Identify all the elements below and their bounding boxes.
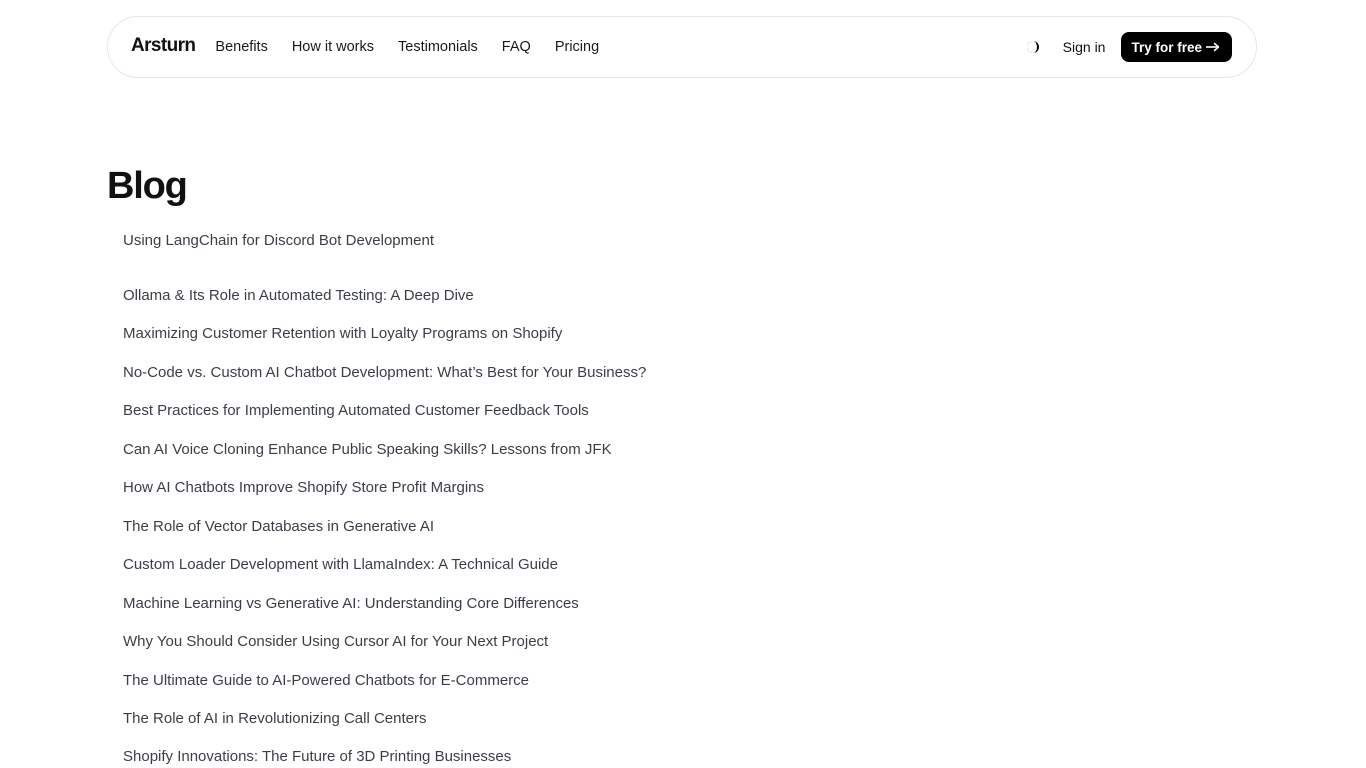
- blog-post-link[interactable]: Maximizing Customer Retention with Loyal…: [123, 324, 562, 344]
- try-for-free-label: Try for free: [1131, 39, 1202, 55]
- nav-links: Benefits How it works Testimonials FAQ P…: [215, 39, 599, 55]
- blog-post-link[interactable]: Can AI Voice Cloning Enhance Public Spea…: [123, 440, 612, 460]
- blog-post-link[interactable]: The Role of AI in Revolutionizing Call C…: [123, 709, 427, 729]
- sign-in-link[interactable]: Sign in: [1063, 39, 1106, 55]
- arrow-right-icon: [1206, 42, 1220, 52]
- nav-link-testimonials[interactable]: Testimonials: [398, 39, 478, 55]
- try-for-free-button[interactable]: Try for free: [1121, 32, 1232, 62]
- blog-post-link[interactable]: Shopify Innovations: The Future of 3D Pr…: [123, 747, 511, 767]
- blog-post-link[interactable]: Using LangChain for Discord Bot Developm…: [123, 231, 434, 251]
- nav-actions: Sign in Try for free: [1025, 32, 1232, 62]
- blog-post-link[interactable]: Custom Loader Development with LlamaInde…: [123, 555, 558, 575]
- top-navbar: Arsturn Benefits How it works Testimonia…: [107, 16, 1257, 78]
- brand-logo[interactable]: Arsturn: [131, 36, 196, 55]
- nav-link-benefits[interactable]: Benefits: [215, 39, 267, 55]
- nav-link-how-it-works[interactable]: How it works: [292, 39, 374, 55]
- nav-link-faq[interactable]: FAQ: [502, 39, 531, 55]
- blog-post-link[interactable]: Why You Should Consider Using Cursor AI …: [123, 632, 548, 652]
- blog-post-link[interactable]: The Ultimate Guide to AI-Powered Chatbot…: [123, 671, 529, 691]
- blog-post-link[interactable]: No-Code vs. Custom AI Chatbot Developmen…: [123, 363, 646, 383]
- blog-post-link[interactable]: Ollama & Its Role in Automated Testing: …: [123, 286, 474, 306]
- half-moon-icon[interactable]: [1025, 39, 1041, 55]
- page-title: Blog: [107, 165, 188, 207]
- blog-post-link[interactable]: The Role of Vector Databases in Generati…: [123, 517, 434, 537]
- nav-link-pricing[interactable]: Pricing: [555, 39, 599, 55]
- blog-post-link[interactable]: Best Practices for Implementing Automate…: [123, 401, 589, 421]
- blog-post-link[interactable]: How AI Chatbots Improve Shopify Store Pr…: [123, 478, 484, 498]
- blog-post-link[interactable]: Machine Learning vs Generative AI: Under…: [123, 594, 579, 614]
